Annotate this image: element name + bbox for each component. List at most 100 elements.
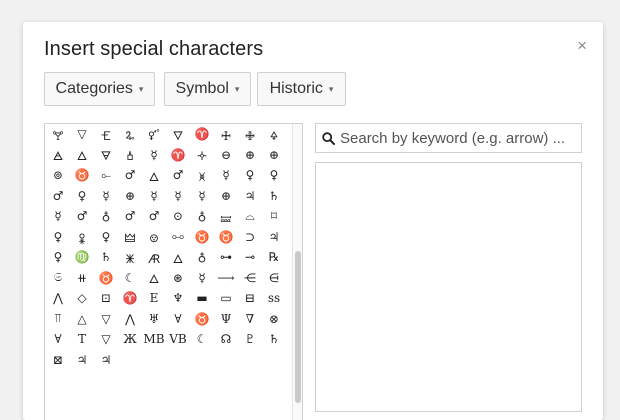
character-cell[interactable]: ♂: [46, 186, 70, 207]
symbol-dropdown[interactable]: Symbol ▾: [164, 72, 251, 106]
character-cell[interactable]: ♇: [238, 329, 262, 350]
character-cell[interactable]: T: [70, 329, 94, 350]
search-box[interactable]: [315, 123, 582, 153]
character-cell[interactable]: 🜡: [142, 124, 166, 145]
character-cell[interactable]: ◇: [70, 288, 94, 309]
character-cell[interactable]: ♂: [118, 206, 142, 227]
character-cell[interactable]: ♈: [118, 288, 142, 309]
character-cell[interactable]: ⟜: [94, 165, 118, 186]
character-cell[interactable]: 🝎: [142, 227, 166, 248]
character-cell[interactable]: ♉: [190, 309, 214, 330]
character-cell[interactable]: ♉: [214, 227, 238, 248]
character-cell[interactable]: 🝊: [190, 145, 214, 166]
character-cell[interactable]: ▭: [214, 288, 238, 309]
character-cell[interactable]: ♂: [118, 165, 142, 186]
scrollbar-thumb[interactable]: [295, 251, 301, 403]
character-cell[interactable]: ▽: [70, 124, 94, 145]
character-cell[interactable]: 🜂: [166, 247, 190, 268]
character-cell[interactable]: Ж: [118, 329, 142, 350]
character-cell[interactable]: ⋲: [238, 268, 262, 289]
character-cell[interactable]: △: [70, 309, 94, 330]
categories-dropdown[interactable]: Categories ▾: [44, 72, 155, 106]
character-cell[interactable]: 🝗: [94, 124, 118, 145]
character-cell[interactable]: ♀: [46, 227, 70, 248]
character-cell[interactable]: ⧺: [70, 268, 94, 289]
character-cell[interactable]: ♀: [94, 227, 118, 248]
character-cell[interactable]: ⌑: [262, 206, 286, 227]
character-cell[interactable]: ☊: [214, 329, 238, 350]
character-cell[interactable]: ☾: [190, 329, 214, 350]
character-cell[interactable]: ♈: [166, 145, 190, 166]
character-cell[interactable]: ♆: [166, 288, 190, 309]
character-cell[interactable]: ♀: [238, 165, 262, 186]
character-cell[interactable]: 🜃: [94, 145, 118, 166]
character-cell[interactable]: ♄: [262, 329, 286, 350]
character-cell[interactable]: ▽: [94, 329, 118, 350]
character-cell[interactable]: ⊗: [262, 309, 286, 330]
close-icon[interactable]: ×: [577, 36, 587, 56]
character-cell[interactable]: 🜍: [262, 124, 286, 145]
character-cell[interactable]: ∀: [166, 309, 190, 330]
character-cell[interactable]: ⊃: [238, 227, 262, 248]
character-cell[interactable]: 🜂: [70, 145, 94, 166]
character-cell[interactable]: ⟶: [214, 268, 238, 289]
character-cell[interactable]: ⊕: [118, 186, 142, 207]
character-cell[interactable]: ▽: [94, 309, 118, 330]
character-cell[interactable]: ♃: [70, 350, 94, 371]
character-cell[interactable]: 🜂: [142, 268, 166, 289]
historic-dropdown[interactable]: Historic ▾: [257, 72, 346, 106]
character-cell[interactable]: ☿: [46, 206, 70, 227]
character-cell[interactable]: 🝍: [190, 165, 214, 186]
character-cell[interactable]: ⊕: [238, 145, 262, 166]
character-cell[interactable]: ♁: [190, 206, 214, 227]
character-cell[interactable]: ♀: [70, 186, 94, 207]
character-cell[interactable]: 🜋: [238, 124, 262, 145]
character-cell[interactable]: ♉: [190, 227, 214, 248]
character-cell[interactable]: 🜹: [118, 247, 142, 268]
character-cell[interactable]: ⋳: [262, 268, 286, 289]
character-cell[interactable]: ♅: [142, 309, 166, 330]
character-cell[interactable]: ∇: [238, 309, 262, 330]
character-cell[interactable]: ⊶: [214, 247, 238, 268]
character-cell[interactable]: ♀: [46, 247, 70, 268]
character-cell[interactable]: ⊟: [238, 288, 262, 309]
character-cell[interactable]: ♄: [262, 186, 286, 207]
character-cell[interactable]: ⊡: [94, 288, 118, 309]
character-cell[interactable]: 🝖: [46, 124, 70, 145]
character-cell[interactable]: 🜢: [70, 227, 94, 248]
character-cell[interactable]: ⊕: [262, 145, 286, 166]
character-cell[interactable]: ☿: [94, 186, 118, 207]
character-cell[interactable]: 🜂: [142, 165, 166, 186]
character-cell[interactable]: ♉: [70, 165, 94, 186]
character-cell[interactable]: ♀: [262, 165, 286, 186]
character-cell[interactable]: ♈: [190, 124, 214, 145]
character-cell[interactable]: VB: [166, 329, 190, 350]
character-cell[interactable]: ▬: [190, 288, 214, 309]
character-cell[interactable]: ♂: [166, 165, 190, 186]
character-cell[interactable]: 🝛: [214, 206, 238, 227]
character-cell[interactable]: ⫪: [46, 309, 70, 330]
character-cell[interactable]: ss: [262, 288, 286, 309]
character-cell[interactable]: ⊸: [238, 247, 262, 268]
character-cell[interactable]: ♉: [94, 268, 118, 289]
character-cell[interactable]: 𝔖: [46, 268, 70, 289]
character-cell[interactable]: ♂: [70, 206, 94, 227]
character-cell[interactable]: E: [142, 288, 166, 309]
character-cell[interactable]: ☿: [214, 165, 238, 186]
search-input[interactable]: [340, 129, 578, 147]
character-cell[interactable]: ⊛: [166, 268, 190, 289]
character-cell[interactable]: ☿: [142, 145, 166, 166]
character-cell[interactable]: ℞: [262, 247, 286, 268]
character-cell[interactable]: ⋀: [118, 309, 142, 330]
character-cell[interactable]: 🜇: [142, 247, 166, 268]
character-cell[interactable]: ⊖: [214, 145, 238, 166]
character-cell[interactable]: ♁: [190, 247, 214, 268]
character-cell[interactable]: ⧟: [166, 227, 190, 248]
character-cell[interactable]: ♃: [262, 227, 286, 248]
character-cell[interactable]: ♂: [142, 206, 166, 227]
character-cell[interactable]: ⌓: [238, 206, 262, 227]
character-cell[interactable]: ♄: [94, 247, 118, 268]
character-cell[interactable]: 🜊: [214, 124, 238, 145]
character-cell[interactable]: ☾: [118, 268, 142, 289]
character-cell[interactable]: ♃: [94, 350, 118, 371]
